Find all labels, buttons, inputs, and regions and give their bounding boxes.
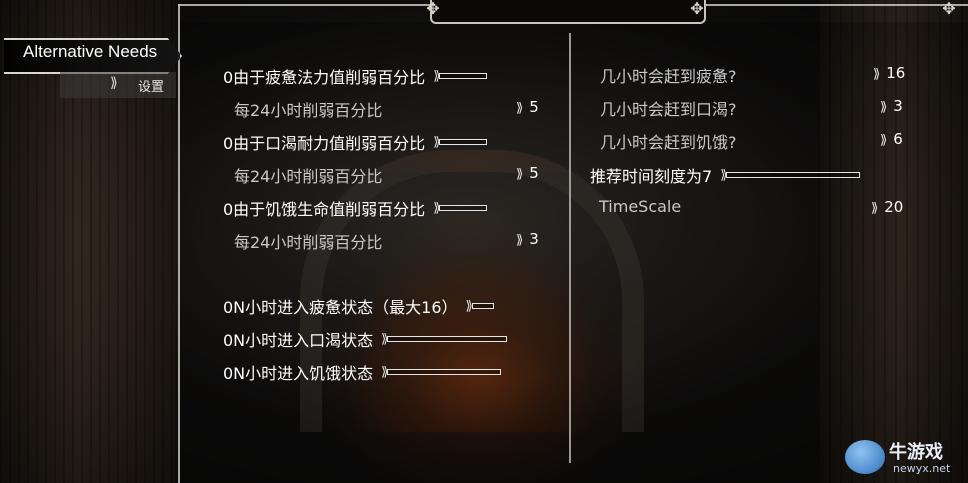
slider-bar (439, 73, 488, 79)
value-hunger-rate[interactable]: ⟫ 3 (516, 230, 539, 248)
option-fatigue-rate[interactable]: 每24小时削弱百分比 (234, 97, 382, 121)
value-icon: ⟫ (516, 101, 524, 116)
knot-ornament-icon: ✥ (690, 0, 704, 18)
mod-tab-label: Alternative Needs (23, 42, 158, 61)
slider-control[interactable]: ⟫ (720, 167, 861, 183)
option-label: 几小时会赶到疲惫? (600, 67, 737, 86)
value-fatigue-rate[interactable]: ⟫ 5 (516, 98, 539, 116)
value-text: 5 (529, 164, 539, 182)
option-hunger-rate[interactable]: 每24小时削弱百分比 (234, 229, 382, 253)
knot-ornament-icon: ✥ (942, 0, 956, 18)
slider-handle-icon: ⟫ (433, 68, 440, 84)
slider-control[interactable]: ⟫ (381, 364, 502, 380)
option-label: 几小时会赶到饥饿? (600, 133, 737, 152)
option-fatigue-hours[interactable]: 0N小时进入疲惫状态（最大16） ⟫ (223, 294, 494, 318)
panel-top-border-left (178, 4, 430, 6)
value-text: 16 (886, 64, 906, 82)
value-icon: ⟫ (516, 167, 524, 182)
slider-handle-icon: ⟫ (381, 364, 388, 380)
option-label: 几小时会赶到口渴? (600, 100, 737, 119)
option-hunger-health[interactable]: 0由于饥饿生命值削弱百分比 ⟫ (223, 196, 488, 220)
slider-bar (439, 205, 488, 211)
option-label: 0N小时进入口渴状态 (223, 331, 374, 350)
value-icon: ⟫ (516, 233, 524, 248)
option-label: TimeScale (599, 197, 682, 216)
option-label: 每24小时削弱百分比 (234, 167, 383, 186)
value-timescale[interactable]: ⟫ 20 (871, 198, 903, 216)
option-recommended-timescale[interactable]: 推荐时间刻度为7 ⟫ (590, 163, 861, 187)
value-icon: ⟫ (880, 133, 888, 148)
value-text: 6 (893, 130, 903, 148)
panel-top-border-right (702, 4, 968, 6)
option-label: 0由于疲惫法力值削弱百分比 (223, 68, 426, 87)
option-thirst-stamina[interactable]: 0由于口渴耐力值削弱百分比 ⟫ (223, 130, 488, 154)
watermark-url: newyx.net (893, 462, 951, 475)
watermark-name: 牛游戏 (889, 442, 943, 463)
slider-control[interactable]: ⟫ (433, 200, 488, 216)
slider-bar (439, 139, 488, 145)
value-thirst-rate[interactable]: ⟫ 5 (516, 164, 539, 182)
option-timescale[interactable]: TimeScale (599, 197, 681, 216)
option-label: 0N小时进入饥饿状态 (223, 364, 374, 383)
value-text: 3 (893, 97, 903, 115)
top-frame-notch (430, 0, 706, 24)
slider-bar (387, 369, 502, 375)
knot-ornament-icon: ✥ (426, 0, 440, 18)
value-text: 3 (529, 230, 539, 248)
site-watermark: 牛游戏 newyx.net (845, 438, 965, 480)
slider-handle-icon: ⟫ (720, 167, 727, 183)
option-label: 推荐时间刻度为7 (590, 167, 713, 186)
settings-subtab-label: 设置 (138, 80, 165, 95)
slider-control[interactable]: ⟫ (381, 331, 508, 347)
option-label: 每24小时削弱百分比 (234, 101, 383, 120)
slider-handle-icon: ⟫ (465, 298, 473, 314)
option-hours-to-fatigue[interactable]: 几小时会赶到疲惫? (600, 63, 737, 87)
slider-control[interactable]: ⟫ (433, 68, 488, 84)
value-text: 20 (884, 198, 904, 216)
value-icon: ⟫ (880, 100, 888, 115)
option-hunger-hours[interactable]: 0N小时进入饥饿状态 ⟫ (223, 360, 502, 384)
slider-bar (387, 336, 508, 342)
option-label: 每24小时削弱百分比 (234, 233, 383, 252)
value-icon: ⟫ (873, 67, 881, 82)
option-hours-to-hunger[interactable]: 几小时会赶到饥饿? (600, 129, 737, 153)
value-icon: ⟫ (871, 201, 879, 216)
watermark-logo-icon (845, 440, 885, 474)
option-thirst-rate[interactable]: 每24小时削弱百分比 (234, 163, 382, 187)
option-label: 0N小时进入疲惫状态（最大16） (223, 298, 458, 317)
option-thirst-hours[interactable]: 0N小时进入口渴状态 ⟫ (223, 327, 508, 351)
option-fatigue-magicka[interactable]: 0由于疲惫法力值削弱百分比 ⟫ (223, 64, 488, 88)
value-hours-to-hunger[interactable]: ⟫ 6 (880, 130, 903, 148)
value-text: 5 (529, 98, 539, 116)
panel-left-border (178, 4, 180, 483)
option-hours-to-thirst[interactable]: 几小时会赶到口渴? (600, 96, 737, 120)
option-label: 0由于饥饿生命值削弱百分比 (223, 200, 426, 219)
value-hours-to-thirst[interactable]: ⟫ 3 (880, 97, 903, 115)
slider-control[interactable]: ⟫ (466, 299, 494, 314)
slider-bar (726, 172, 861, 178)
column-divider (569, 33, 571, 463)
option-label: 0由于口渴耐力值削弱百分比 (223, 134, 426, 153)
slider-handle-icon: ⟫ (381, 331, 388, 347)
value-hours-to-fatigue[interactable]: ⟫ 16 (873, 64, 905, 82)
slider-handle-icon: ⟫ (433, 134, 440, 150)
gear-icon: ⟫ (110, 75, 118, 91)
slider-handle-icon: ⟫ (433, 200, 440, 216)
slider-control[interactable]: ⟫ (433, 134, 488, 150)
slider-bar (471, 303, 494, 309)
